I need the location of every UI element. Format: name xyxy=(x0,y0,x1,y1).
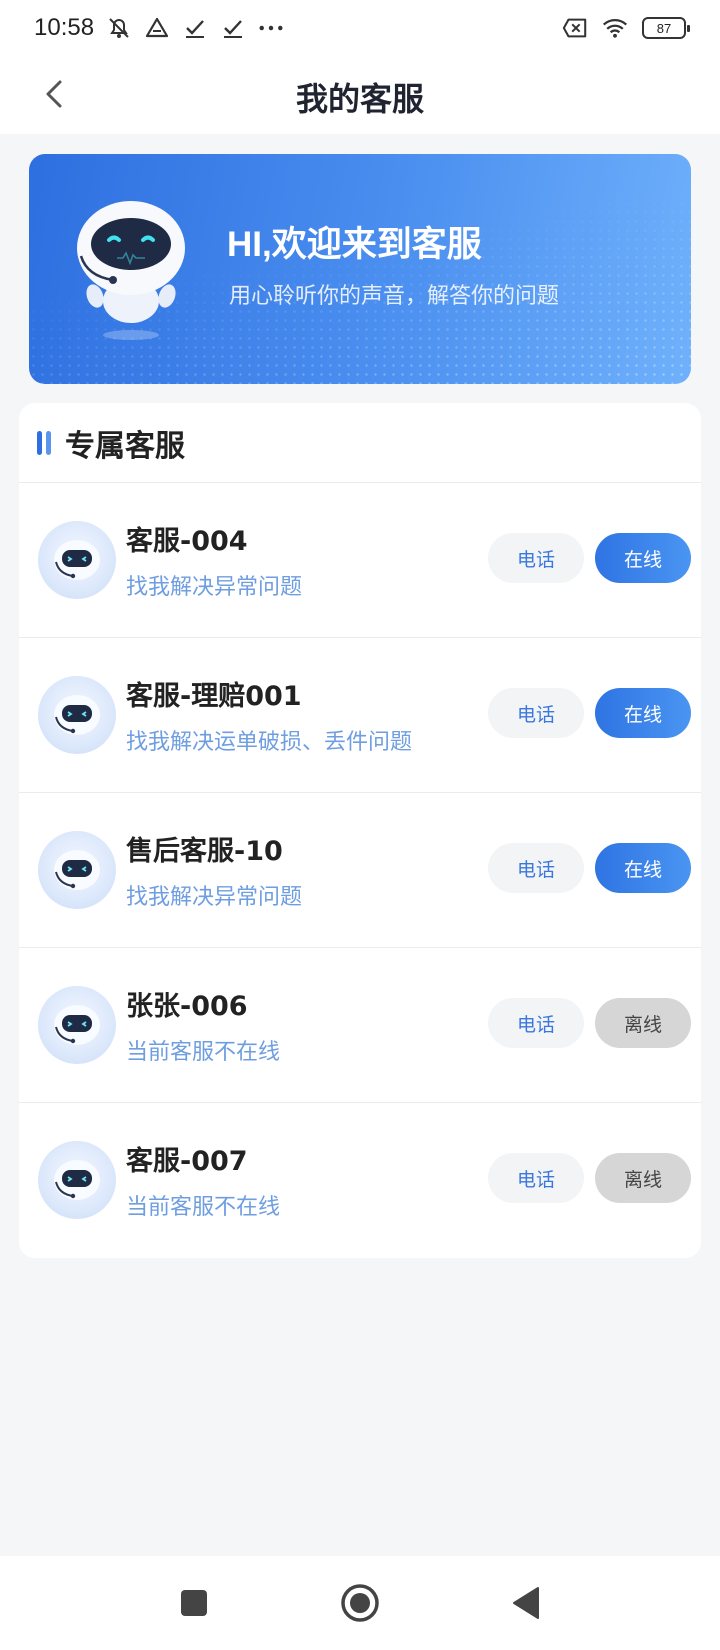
page-title: 我的客服 xyxy=(295,80,424,118)
agent-avatar xyxy=(38,986,116,1064)
system-nav-bar xyxy=(0,1556,720,1650)
mute-bell-icon xyxy=(106,15,132,41)
robot-avatar-icon xyxy=(54,1160,100,1200)
agent-row[interactable]: 售后客服-10 找我解决异常问题 电话 在线 xyxy=(19,793,701,948)
sim-x-icon xyxy=(562,15,588,41)
agent-name: 客服-理赔001 xyxy=(126,681,302,712)
triangle-back-icon xyxy=(513,1587,539,1619)
robot-avatar-icon xyxy=(54,695,100,735)
call-button[interactable]: 电话 xyxy=(488,843,584,893)
call-button[interactable]: 电话 xyxy=(488,533,584,583)
recent-apps-button[interactable] xyxy=(171,1580,217,1626)
chat-online-button[interactable]: 在线 xyxy=(595,688,691,738)
robot-avatar-icon xyxy=(54,850,100,890)
status-left: 10:58 xyxy=(34,14,284,42)
agent-avatar xyxy=(38,676,116,754)
check-icon xyxy=(182,15,208,41)
check-icon xyxy=(220,15,246,41)
robot-avatar-icon xyxy=(54,1005,100,1045)
robot-mascot-icon xyxy=(73,198,203,348)
section-header: 专属客服 xyxy=(19,403,701,483)
nav-bar: 我的客服 xyxy=(0,56,720,134)
robot-avatar-icon xyxy=(54,540,100,580)
more-dots-icon xyxy=(258,15,284,41)
agent-list-card: 专属客服 客服-004 找我解决异常问题 电话 在线 客服-理赔001 找我解决… xyxy=(19,403,701,1258)
call-button[interactable]: 电话 xyxy=(488,1153,584,1203)
banner-title: HI,欢迎来到客服 xyxy=(227,225,482,264)
agent-description: 当前客服不在线 xyxy=(126,1040,281,1065)
agent-name: 客服-004 xyxy=(126,526,248,557)
agent-row[interactable]: 客服-004 找我解决异常问题 电话 在线 xyxy=(19,483,701,638)
back-nav-button[interactable] xyxy=(503,1580,549,1626)
banner-subtitle: 用心聆听你的声音，解答你的问题 xyxy=(229,284,560,309)
section-marker-icon xyxy=(37,430,51,455)
square-icon xyxy=(181,1590,207,1616)
call-button[interactable]: 电话 xyxy=(488,688,584,738)
agent-description: 当前客服不在线 xyxy=(126,1195,281,1220)
agent-row[interactable]: 客服-理赔001 找我解决运单破损、丢件问题 电话 在线 xyxy=(19,638,701,793)
agent-description: 找我解决运单破损、丢件问题 xyxy=(126,730,413,755)
home-button[interactable] xyxy=(337,1580,383,1626)
section-title: 专属客服 xyxy=(65,428,185,464)
status-right: 87 xyxy=(562,15,690,41)
wifi-icon xyxy=(602,15,628,41)
agent-name: 售后客服-10 xyxy=(126,836,283,867)
agent-row[interactable]: 客服-007 当前客服不在线 电话 离线 xyxy=(19,1103,701,1258)
status-time: 10:58 xyxy=(34,14,95,41)
status-bar: 10:58 87 xyxy=(0,0,720,56)
chat-offline-button[interactable]: 离线 xyxy=(595,1153,691,1203)
chat-online-button[interactable]: 在线 xyxy=(595,533,691,583)
agent-description: 找我解决异常问题 xyxy=(126,885,303,910)
call-button[interactable]: 电话 xyxy=(488,998,584,1048)
agent-avatar xyxy=(38,521,116,599)
drive-icon xyxy=(144,15,170,41)
agent-row[interactable]: 张张-006 当前客服不在线 电话 离线 xyxy=(19,948,701,1103)
chat-offline-button[interactable]: 离线 xyxy=(595,998,691,1048)
circle-icon xyxy=(341,1584,379,1622)
agent-description: 找我解决异常问题 xyxy=(126,575,303,600)
welcome-banner: HI,欢迎来到客服 用心聆听你的声音，解答你的问题 xyxy=(29,154,691,384)
agent-avatar xyxy=(38,1141,116,1219)
agent-avatar xyxy=(38,831,116,909)
battery-icon: 87 xyxy=(642,17,690,39)
chat-online-button[interactable]: 在线 xyxy=(595,843,691,893)
agent-name: 张张-006 xyxy=(126,991,248,1022)
agent-name: 客服-007 xyxy=(126,1146,248,1177)
